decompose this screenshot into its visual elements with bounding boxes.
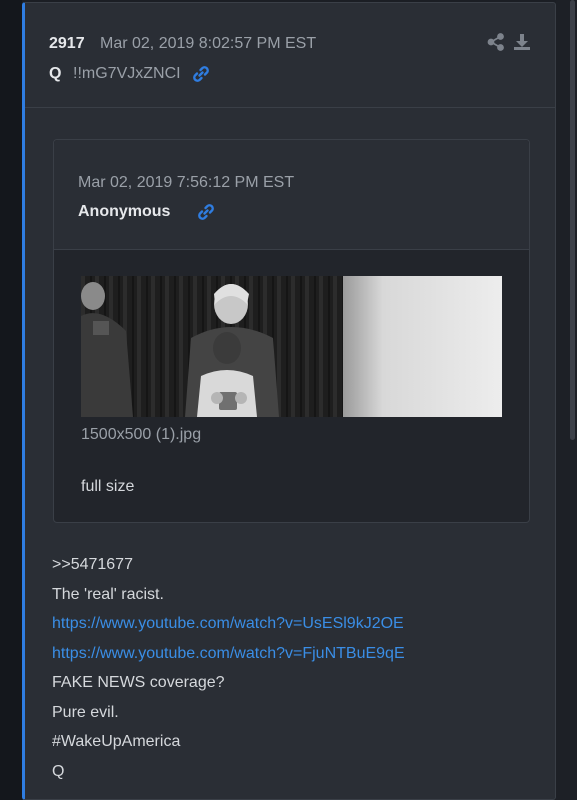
post-date: Mar 02, 2019 8:02:57 PM EST: [100, 35, 317, 52]
quoted-post-header: Mar 02, 2019 7:56:12 PM EST Anonymous: [54, 140, 529, 250]
post-card: 2917 Mar 02, 2019 8:02:57 PM EST Q !!mG7…: [22, 2, 556, 800]
youtube-link-1[interactable]: https://www.youtube.com/watch?v=UsESl9kJ…: [52, 609, 542, 639]
post-author: Q: [49, 65, 62, 82]
post-number[interactable]: 2917: [49, 35, 85, 53]
quoted-post-date: Mar 02, 2019 7:56:12 PM EST: [78, 174, 295, 191]
youtube-link-2[interactable]: https://www.youtube.com/watch?v=FjuNTBuE…: [52, 639, 542, 669]
quoted-post: Mar 02, 2019 7:56:12 PM EST Anonymous 15…: [53, 139, 530, 523]
link-icon[interactable]: [191, 64, 211, 84]
hashtag: #WakeUpAmerica: [52, 733, 181, 750]
attached-image[interactable]: [81, 276, 502, 417]
signature: Q: [52, 762, 65, 780]
image-filename[interactable]: 1500x500 (1).jpg: [81, 426, 201, 444]
post-header: 2917 Mar 02, 2019 8:02:57 PM EST Q !!mG7…: [25, 3, 556, 108]
post-body: >>5471677 The 'real' racist. https://www…: [52, 550, 542, 786]
left-rail: [0, 0, 22, 800]
body-line: Pure evil.: [52, 703, 119, 721]
scrollbar[interactable]: [570, 0, 575, 440]
body-line: FAKE NEWS coverage?: [52, 674, 225, 691]
download-icon[interactable]: [513, 33, 531, 51]
reply-reference[interactable]: >>5471677: [52, 550, 542, 580]
quoted-post-author: Anonymous: [78, 203, 171, 220]
link-icon[interactable]: [196, 202, 216, 222]
full-size-link[interactable]: full size: [81, 478, 134, 496]
post-tripcode: !!mG7VJxZNCI: [73, 65, 181, 82]
share-icon[interactable]: [487, 33, 505, 51]
body-line: The 'real' racist.: [52, 585, 164, 603]
